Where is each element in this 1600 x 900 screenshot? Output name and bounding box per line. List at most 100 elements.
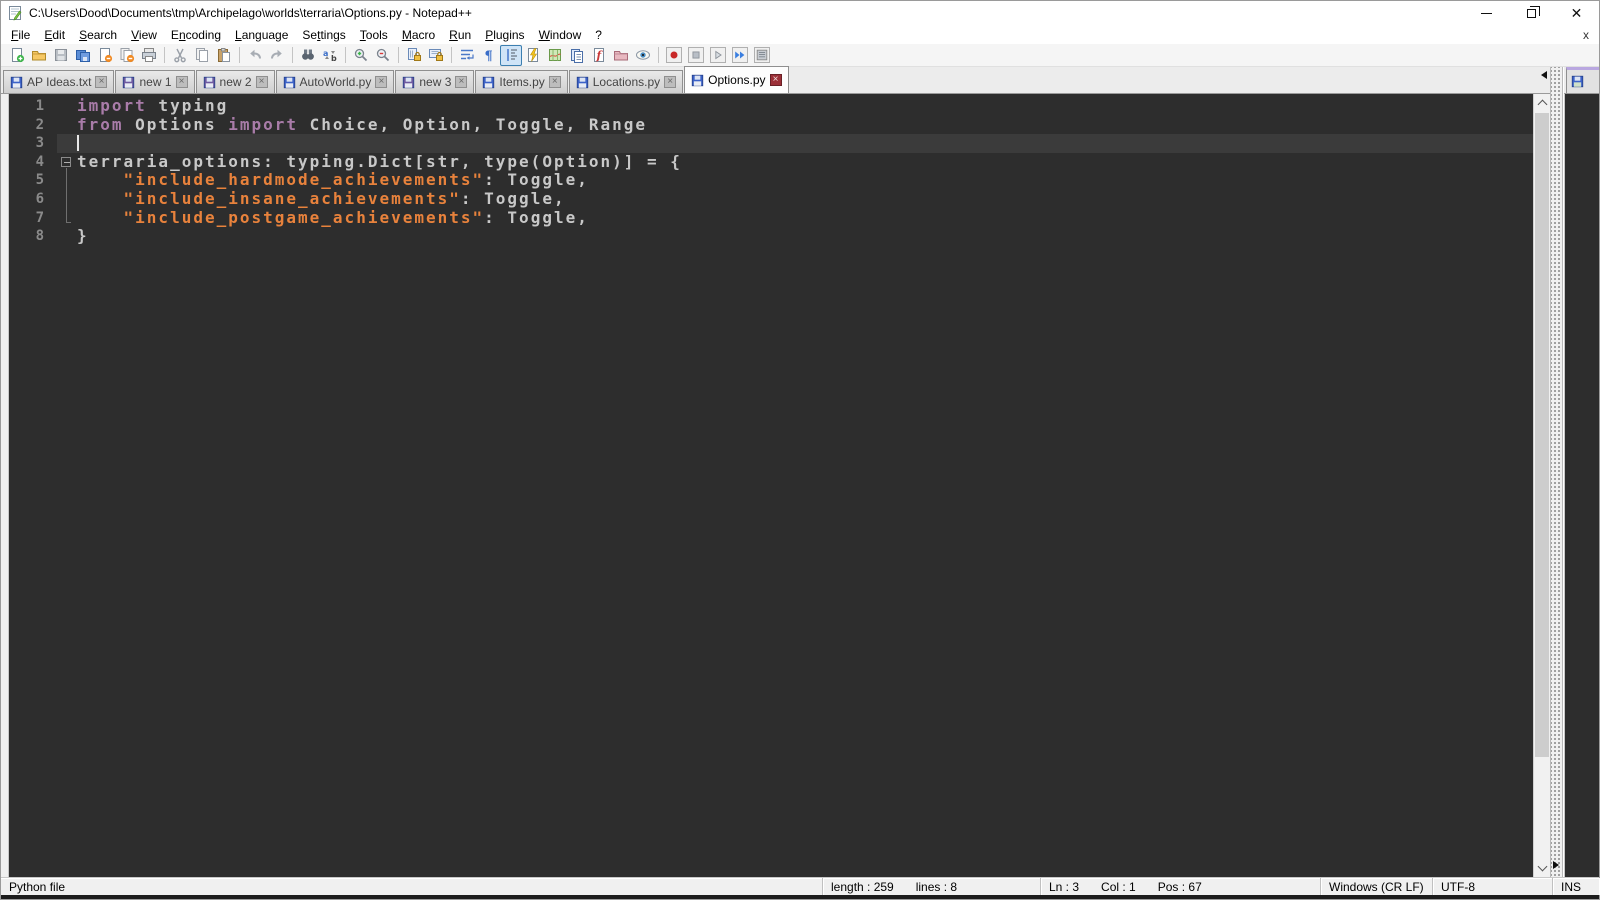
code-text: import typing <box>77 96 229 115</box>
close-button[interactable]: ✕ <box>1554 1 1599 25</box>
svg-text:¶: ¶ <box>485 49 493 63</box>
word-wrap-icon[interactable] <box>456 45 478 66</box>
minimize-button[interactable] <box>1464 1 1509 25</box>
indent-guide-icon[interactable] <box>500 44 522 66</box>
paste-icon[interactable] <box>213 45 235 66</box>
tab-close-icon[interactable]: × <box>255 76 268 88</box>
menu-plugins[interactable]: Plugins <box>478 26 531 44</box>
tab-new-2[interactable]: new 2 × <box>195 70 275 93</box>
copy-icon[interactable] <box>191 45 213 66</box>
text-caret <box>77 135 79 152</box>
restore-button[interactable] <box>1509 1 1554 25</box>
fold-margin <box>57 208 77 228</box>
menu-language[interactable]: Language <box>228 26 295 44</box>
user-defined-language-icon[interactable] <box>522 45 544 66</box>
tab-locations-py[interactable]: Locations.py × <box>568 70 684 93</box>
tab-close-icon[interactable]: × <box>455 76 468 88</box>
menu-file[interactable]: File <box>4 26 37 44</box>
menu-view[interactable]: View <box>124 26 164 44</box>
scrollbar-track[interactable] <box>1534 111 1550 860</box>
status-length-lines: length : 259 lines : 8 <box>823 878 1041 895</box>
tab-close-icon[interactable]: × <box>375 76 388 88</box>
print-icon[interactable] <box>138 45 160 66</box>
menu-encoding[interactable]: Encoding <box>164 26 228 44</box>
secondary-tab-fragment[interactable] <box>1566 67 1599 93</box>
menu-[interactable]: ? <box>588 26 609 44</box>
macro-save-icon[interactable] <box>751 45 773 66</box>
status-insert-mode[interactable]: INS <box>1553 878 1599 895</box>
tab-label: Items.py <box>499 75 545 89</box>
scroll-down-button[interactable] <box>1534 860 1550 877</box>
menu-tools[interactable]: Tools <box>353 26 395 44</box>
window-title: C:\Users\Dood\Documents\tmp\Archipelago\… <box>29 6 472 20</box>
open-folder-icon[interactable] <box>28 45 50 66</box>
close-all-icon[interactable] <box>116 45 138 66</box>
tab-new-3[interactable]: new 3 × <box>395 70 475 93</box>
sync-horizontal-icon[interactable] <box>425 45 447 66</box>
tab-close-icon[interactable]: × <box>95 76 108 88</box>
code-line-7: 7 "include_postgame_achievements": Toggl… <box>9 207 1533 228</box>
close-document-button[interactable]: x <box>1579 28 1593 42</box>
sync-vertical-icon[interactable] <box>403 45 425 66</box>
tab-options-py[interactable]: Options.py × <box>684 66 789 93</box>
code-line-6: 6 "include_insane_achievements": Toggle, <box>9 189 1533 209</box>
save-icon[interactable] <box>50 45 72 66</box>
show-all-chars-icon[interactable]: ¶ <box>478 45 500 66</box>
code-text: "include_postgame_achievements": Toggle, <box>123 207 589 227</box>
tab-new-1[interactable]: new 1 × <box>115 70 195 93</box>
menu-macro[interactable]: Macro <box>395 26 442 44</box>
code-text: from Options import Choice, Option, Togg… <box>77 114 648 134</box>
menu-edit[interactable]: Edit <box>37 26 72 44</box>
line-number: 1 <box>35 98 45 114</box>
status-encoding[interactable]: UTF-8 <box>1433 878 1553 895</box>
macro-play-icon[interactable] <box>707 45 729 66</box>
tab-close-icon[interactable]: × <box>175 76 188 88</box>
new-file-icon[interactable] <box>6 45 28 66</box>
macro-record-icon[interactable] <box>663 45 685 66</box>
floppy-icon <box>203 76 215 88</box>
close-icon[interactable] <box>94 45 116 66</box>
menu-run[interactable]: Run <box>442 26 478 44</box>
tab-autoworld-py[interactable]: AutoWorld.py × <box>275 70 395 93</box>
zoom-out-icon[interactable] <box>372 45 394 66</box>
replace-icon[interactable]: ab <box>319 45 341 66</box>
tab-close-icon[interactable]: × <box>769 74 782 86</box>
tab-ap-ideas-txt[interactable]: AP Ideas.txt × <box>3 70 115 93</box>
cut-icon[interactable] <box>169 45 191 66</box>
status-pos: Pos : 67 <box>1157 879 1202 894</box>
fold-margin-collapse-icon[interactable] <box>57 153 77 172</box>
restore-icon <box>1527 5 1540 18</box>
tab-items-py[interactable]: Items.py × <box>475 70 568 93</box>
scrollbar-thumb[interactable] <box>1535 113 1549 758</box>
menu-window[interactable]: Window <box>532 26 589 44</box>
menu-settings[interactable]: Settings <box>295 26 352 44</box>
secondary-editor[interactable] <box>1564 94 1599 877</box>
macro-run-multiple-icon[interactable] <box>729 45 751 66</box>
document-map-icon[interactable] <box>544 45 566 66</box>
tab-close-icon[interactable]: × <box>548 76 561 88</box>
find-icon[interactable] <box>297 45 319 66</box>
splitter-arrow-right-icon <box>1553 861 1559 869</box>
tab-label: Options.py <box>708 73 766 87</box>
macro-stop-icon[interactable] <box>685 45 707 66</box>
undo-icon[interactable] <box>244 45 266 66</box>
notepad-plus-plus-window: C:\Users\Dood\Documents\tmp\Archipelago\… <box>0 0 1600 900</box>
view-splitter[interactable] <box>1550 67 1563 877</box>
tab-scroll-left-icon[interactable] <box>1541 71 1547 79</box>
fold-margin <box>57 171 77 190</box>
folder-as-workspace-icon[interactable] <box>610 45 632 66</box>
save-all-icon[interactable] <box>72 45 94 66</box>
zoom-in-icon[interactable] <box>350 45 372 66</box>
floppy-icon <box>576 76 588 88</box>
status-eol-format[interactable]: Windows (CR LF) <box>1321 878 1433 895</box>
scroll-up-button[interactable] <box>1534 94 1550 111</box>
function-list-icon[interactable]: f <box>588 45 610 66</box>
monitoring-icon[interactable] <box>632 45 654 66</box>
vertical-scrollbar[interactable] <box>1533 94 1550 877</box>
code-text: "include_hardmode_achievements": Toggle, <box>123 170 589 190</box>
document-list-icon[interactable] <box>566 45 588 66</box>
menu-search[interactable]: Search <box>72 26 124 44</box>
tab-close-icon[interactable]: × <box>664 76 677 88</box>
redo-icon[interactable] <box>266 45 288 66</box>
code-editor[interactable]: 1 import typing 2 from Options import Choic… <box>9 94 1533 877</box>
